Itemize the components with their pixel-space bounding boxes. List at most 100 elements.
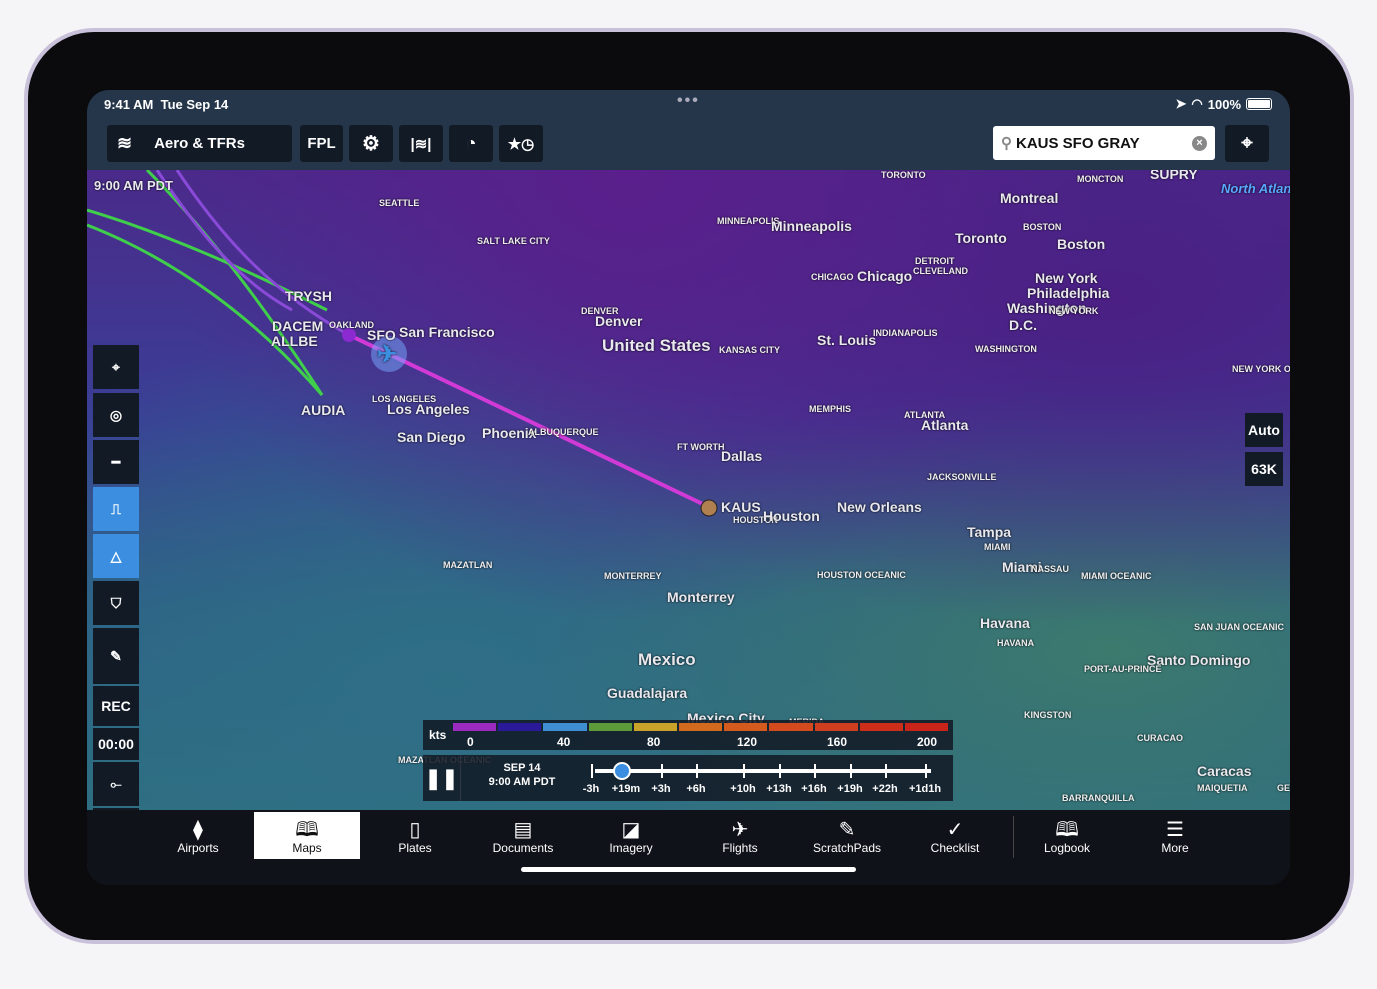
tab-label: ScratchPads: [812, 841, 882, 855]
map-label: San Diego: [397, 429, 466, 445]
legend-swatch: [678, 723, 723, 731]
tab-plates[interactable]: ▯ Plates: [362, 812, 468, 859]
map-label: D.C.: [1009, 317, 1037, 333]
map-label: ALBUQUERQUE: [528, 427, 599, 437]
timeline-knob[interactable]: [613, 762, 632, 780]
tab-documents[interactable]: ▤ Documents: [470, 812, 576, 859]
tab-checklist[interactable]: ✓ Checklist: [902, 812, 1008, 859]
flights-icon: ✈: [731, 819, 749, 841]
map-label: SEATTLE: [379, 198, 420, 208]
map-label: KANSAS CITY: [719, 345, 781, 355]
locate-icon[interactable]: ⌖: [93, 345, 139, 389]
map-label: WASHINGTON: [975, 344, 1037, 354]
map-label: DETROIT: [915, 256, 955, 266]
tab-label: Flights: [722, 841, 758, 855]
tab-maps[interactable]: 🕮 Maps: [254, 812, 360, 859]
route-tool-icon[interactable]: ⟜: [93, 762, 139, 806]
gauge-icon[interactable]: ◔: [449, 125, 493, 162]
tab-imagery[interactable]: ◪ Imagery: [578, 812, 684, 859]
home-indicator: [521, 867, 856, 872]
tab-scratchpads[interactable]: ✎ ScratchPads: [794, 812, 900, 859]
legend-swatch: [724, 723, 768, 731]
procedure-advisor-icon[interactable]: |≋|: [399, 125, 443, 162]
tab-label: Checklist: [930, 841, 980, 855]
annotation-pencil-icon[interactable]: ✎: [93, 628, 139, 684]
map-label: ALLBE: [271, 333, 318, 349]
map-label: GEORGETOWN: [1277, 783, 1290, 793]
map-label: New Orleans: [837, 499, 922, 515]
altitude-button[interactable]: 63K: [1245, 452, 1283, 486]
tab-label: More: [1161, 841, 1189, 855]
track-up-icon[interactable]: ◎: [93, 393, 139, 437]
legend-swatch: [633, 723, 677, 731]
layers-button[interactable]: ≋ Aero & TFRs: [107, 125, 292, 162]
tab-airports[interactable]: ⧫ Airports: [145, 812, 251, 859]
multitask-dots[interactable]: •••: [677, 92, 700, 110]
timeline-tick: +19h: [837, 783, 863, 795]
timeline-tick-mark: [591, 764, 593, 778]
legend-swatch: [859, 723, 903, 731]
wind-legend: kts 0 40 80 120 160 200: [423, 720, 953, 750]
tab-flights[interactable]: ✈ Flights: [687, 812, 793, 859]
timeline-slider[interactable]: [595, 769, 931, 773]
ownship-airplane-icon: ✈: [377, 341, 398, 368]
pause-icon[interactable]: ❚❚: [423, 755, 461, 801]
auto-button[interactable]: Auto: [1245, 413, 1283, 447]
plane-icon[interactable]: ━: [93, 440, 139, 484]
route-line: [155, 170, 293, 312]
map-label: Tampa: [967, 524, 1012, 540]
timeline-tick-mark: [850, 764, 852, 778]
menu-icon: ☰: [1166, 819, 1184, 841]
weather-map[interactable]: ✈ 9:00 AM PDT SEATTLE SALT LAKE CITY MINNE…: [87, 170, 1290, 810]
map-label: Atlanta: [921, 417, 969, 433]
fpl-button[interactable]: FPL: [300, 125, 343, 162]
clear-icon[interactable]: ×: [1192, 135, 1207, 151]
map-label: NEW YORK OCEANIC: [1232, 364, 1290, 374]
timeline-tick-mark: [814, 764, 816, 778]
map-label: CLEVELAND: [913, 266, 969, 276]
tab-label: Imagery: [609, 841, 653, 855]
tab-more[interactable]: ☰ More: [1122, 812, 1228, 859]
terrain-icon[interactable]: △: [93, 534, 139, 578]
timeline-tick-mark: [925, 764, 927, 778]
book-icon: 🕮: [1055, 819, 1079, 841]
map-icon: 🕮: [295, 819, 319, 841]
tab-logbook[interactable]: 🕮 Logbook: [1014, 812, 1120, 859]
legend-swatch: [769, 723, 813, 731]
timeline-tick: -3h: [582, 783, 600, 795]
search-input[interactable]: ⚲ KAUS SFO GRAY ×: [993, 126, 1215, 160]
map-label: St. Louis: [817, 332, 877, 348]
tab-label: Airports: [177, 841, 219, 855]
settings-gear-icon[interactable]: ⚙: [349, 125, 393, 162]
map-label: Monterrey: [667, 589, 735, 605]
favorites-recents-icon[interactable]: ★◷: [499, 125, 543, 162]
map-label: Santo Domingo: [1147, 652, 1251, 668]
timeline-date: SEP 14: [503, 762, 541, 774]
map-label: INDIANAPOLIS: [873, 328, 938, 338]
profile-view-icon[interactable]: ⎍: [93, 487, 139, 531]
sfo-marker: [342, 328, 356, 342]
map-label: New York: [1035, 270, 1098, 286]
battery-icon: [1246, 98, 1272, 110]
map-label: Caracas: [1197, 763, 1252, 779]
record-button[interactable]: REC: [93, 686, 139, 726]
map-label: AUDIA: [301, 402, 346, 418]
map-time-label: 9:00 AM PDT: [94, 178, 173, 193]
tab-divider: [1013, 816, 1014, 858]
map-label: Dallas: [721, 448, 763, 464]
map-label: Havana: [980, 615, 1030, 631]
crosshair-icon[interactable]: ⌖: [1225, 125, 1269, 162]
legend-swatch: [543, 723, 587, 731]
checkmark-icon: ✓: [946, 819, 964, 841]
search-value: KAUS SFO GRAY: [1016, 134, 1140, 152]
map-label: North Atlantic Ocean: [1221, 181, 1290, 196]
map-label: Houston: [763, 508, 820, 524]
map-label: Guadalajara: [607, 685, 688, 701]
map-label: SAN JUAN OCEANIC: [1194, 622, 1285, 632]
map-label: Minneapolis: [771, 218, 852, 234]
timeline-tick-mark: [779, 764, 781, 778]
map-label: Montreal: [1000, 190, 1059, 206]
map-label: HOUSTON OCEANIC: [817, 570, 906, 580]
shield-icon[interactable]: ⛉: [93, 581, 139, 625]
map-label: MIAMI OCEANIC: [1081, 571, 1152, 581]
